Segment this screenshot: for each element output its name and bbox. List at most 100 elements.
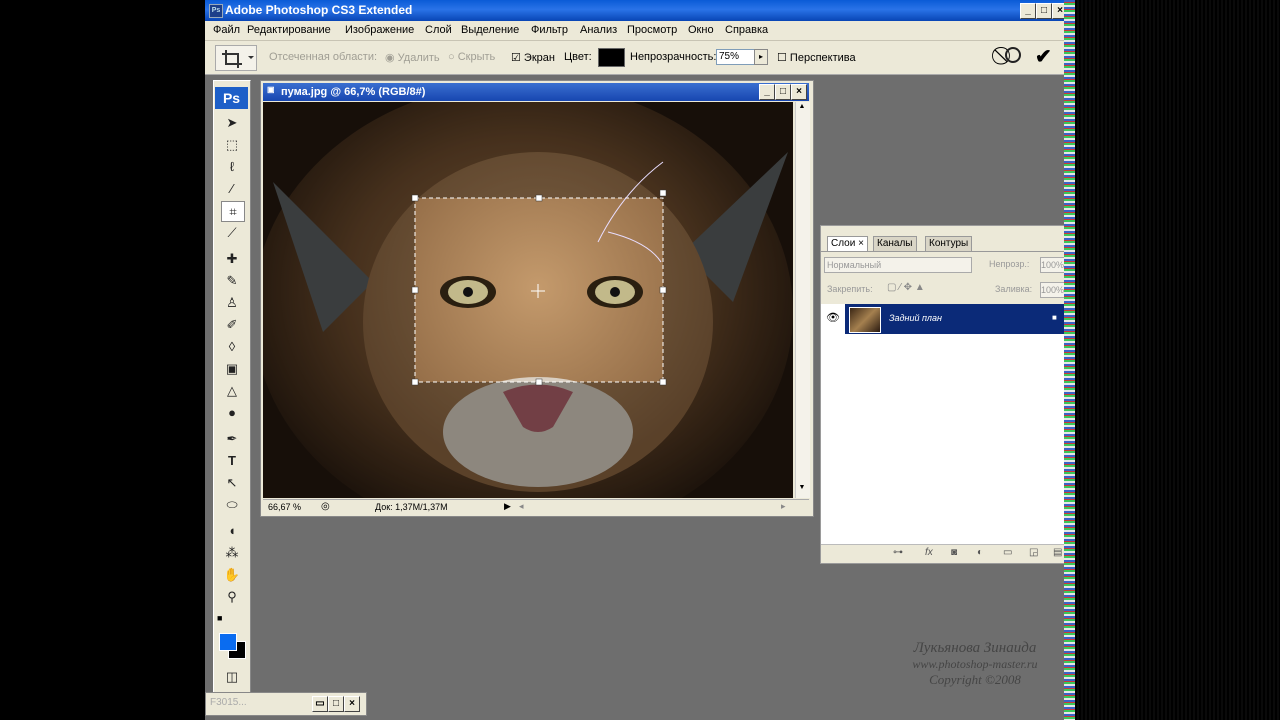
add-mask-icon[interactable]: ◙ — [951, 547, 957, 558]
layers-panel: Слои × Каналы Контуры Нормальный Непрозр… — [820, 225, 1070, 564]
dodge-tool-icon[interactable]: ● — [221, 403, 243, 422]
path-selection-icon[interactable]: ↖ — [221, 473, 243, 492]
color-label: Цвет: — [564, 51, 592, 63]
menu-filter[interactable]: Фильтр — [531, 24, 568, 36]
layer-row-background[interactable]: Задний план ■ — [845, 304, 1069, 334]
cancel-button[interactable] — [1005, 47, 1021, 63]
zoom-level[interactable]: 66,67 % — [268, 502, 301, 512]
image-canvas[interactable] — [263, 102, 793, 498]
zoom-tool-icon[interactable]: ⚲ — [221, 587, 243, 606]
vertical-scrollbar[interactable]: ▲ ▼ — [795, 102, 810, 498]
status-menu-arrow-icon[interactable]: ▶ — [504, 501, 511, 512]
delete-layer-icon[interactable]: ▤ — [1053, 547, 1062, 558]
status-info-icon[interactable]: ◎ — [321, 501, 330, 512]
menu-analysis[interactable]: Анализ — [580, 24, 617, 36]
layer-opacity-label: Непрозр.: — [989, 259, 1030, 269]
commit-check-icon[interactable]: ✔ — [1035, 44, 1052, 69]
document-window: ▣ пума.jpg @ 66,7% (RGB/8#) _ □ × ▲ ▼ 66… — [260, 80, 814, 517]
document-title: пума.jpg @ 66,7% (RGB/8#) — [281, 86, 426, 98]
lasso-tool-icon[interactable]: ℓ — [221, 157, 243, 176]
quick-mask-icon[interactable]: ◫ — [221, 667, 243, 686]
link-layers-icon[interactable]: ⊶ — [893, 547, 903, 558]
author-url: www.photoshop-master.ru — [912, 657, 1038, 671]
tool-preset-picker[interactable] — [215, 45, 257, 71]
blend-mode-select[interactable]: Нормальный — [824, 257, 972, 273]
doc-close-button[interactable]: × — [791, 84, 807, 100]
opacity-input[interactable]: 75% — [716, 49, 756, 65]
blur-tool-icon[interactable]: △ — [221, 381, 243, 400]
adjustment-layer-icon[interactable]: ◐ — [977, 547, 983, 558]
new-group-icon[interactable]: ▭ — [1003, 547, 1012, 558]
menu-select[interactable]: Выделение — [461, 24, 519, 36]
brush-tool-icon[interactable]: ✎ — [221, 271, 243, 290]
author-name: Лукьянова Зинаида — [913, 640, 1037, 656]
perspective-label: Перспектива — [789, 52, 856, 64]
delete-label: Удалить — [397, 52, 440, 64]
hide-radio[interactable]: ○ Скрыть — [448, 51, 495, 63]
scroll-up-icon[interactable]: ▲ — [797, 103, 807, 113]
healing-brush-icon[interactable]: ✚ — [221, 249, 243, 268]
eye-visibility-icon[interactable]: 👁 — [826, 311, 840, 324]
shape-tool-icon[interactable]: ⬭ — [221, 495, 243, 514]
menu-file[interactable]: Файл — [213, 24, 240, 36]
minimized-window[interactable]: F3015... ▭ □ × — [205, 692, 367, 716]
default-colors-icon[interactable]: ■ — [217, 613, 222, 623]
pen-tool-icon[interactable]: ✒ — [221, 429, 243, 448]
layer-name: Задний план — [889, 313, 942, 323]
slice-tool-icon[interactable]: ⟋ — [221, 223, 243, 242]
eyedropper-tool-icon[interactable]: ⁂ — [221, 543, 243, 562]
document-title-bar: ▣ пума.jpg @ 66,7% (RGB/8#) _ □ × — [263, 83, 809, 101]
hscroll-left-icon[interactable]: ◂ — [519, 501, 524, 512]
new-layer-icon[interactable]: ◲ — [1029, 547, 1038, 558]
menu-layer[interactable]: Слой — [425, 24, 452, 36]
doc-minimize-button[interactable]: _ — [759, 84, 775, 100]
scroll-down-icon[interactable]: ▼ — [797, 484, 807, 494]
hscroll-right-icon[interactable]: ▸ — [781, 501, 786, 512]
menu-edit[interactable]: Редактирование — [247, 24, 331, 36]
minimized-maximize-button[interactable]: □ — [328, 696, 344, 712]
hand-tool-icon[interactable]: ✋ — [221, 565, 243, 584]
minimize-button[interactable]: _ — [1020, 3, 1036, 19]
notes-tool-icon[interactable]: ◖ — [221, 521, 243, 540]
shield-color-swatch[interactable] — [598, 48, 625, 67]
title-bar: Ps Adobe Photoshop CS3 Extended _ □ × — [205, 0, 1075, 21]
menu-image[interactable]: Изображение — [345, 24, 414, 36]
perspective-checkbox[interactable]: ☐ Перспектива — [777, 51, 856, 64]
screen-checkbox[interactable]: ☑ Экран — [511, 51, 555, 64]
magic-wand-tool-icon[interactable]: ⁄ — [221, 179, 243, 198]
screen-edge-artifact — [1064, 0, 1075, 720]
opacity-arrow-button[interactable]: ▸ — [754, 49, 768, 65]
delete-radio[interactable]: ◉ Удалить — [385, 51, 440, 64]
fx-icon[interactable]: fx — [925, 547, 933, 558]
tab-channels[interactable]: Каналы — [873, 236, 917, 251]
type-tool-icon[interactable]: T — [221, 451, 243, 470]
options-bar: Отсеченная области: ◉ Удалить ○ Скрыть ☑… — [205, 41, 1075, 75]
lock-icons[interactable]: ▢ ⁄ ✥ ▲ — [887, 282, 925, 293]
history-brush-icon[interactable]: ✐ — [221, 315, 243, 334]
eraser-tool-icon[interactable]: ◊ — [221, 337, 243, 356]
clone-stamp-icon[interactable]: ♙ — [221, 293, 243, 312]
foreground-color-swatch[interactable] — [219, 633, 237, 651]
shielded-area-label: Отсеченная области: — [269, 51, 378, 63]
minimized-restore-button[interactable]: ▭ — [312, 696, 328, 712]
status-bar: 66,67 % ◎ Док: 1,37M/1,37M ▶ ◂ ▸ — [263, 499, 809, 515]
author-copyright: Copyright ©2008 — [929, 672, 1021, 687]
doc-maximize-button[interactable]: □ — [775, 84, 791, 100]
maximize-button[interactable]: □ — [1036, 3, 1052, 19]
ps-app-icon: Ps — [209, 4, 223, 18]
tab-layers[interactable]: Слои × — [827, 236, 868, 251]
menu-view[interactable]: Просмотр — [627, 24, 677, 36]
menu-window[interactable]: Окно — [688, 24, 714, 36]
layers-panel-footer: ⊶ fx ◙ ◐ ▭ ◲ ▤ — [821, 544, 1069, 563]
minimized-close-button[interactable]: × — [344, 696, 360, 712]
marquee-tool-icon[interactable]: ⬚ — [221, 135, 243, 154]
gradient-tool-icon[interactable]: ▣ — [221, 359, 243, 378]
menu-help[interactable]: Справка — [725, 24, 768, 36]
crop-tool-icon[interactable]: ⌗ — [221, 201, 245, 222]
menu-bar: Файл Редактирование Изображение Слой Выд… — [205, 21, 1075, 41]
layer-list: 👁 Задний план ■ — [821, 304, 1069, 544]
move-tool-icon[interactable]: ➤ — [221, 113, 243, 132]
document-icon: ▣ — [267, 85, 275, 94]
tab-paths[interactable]: Контуры — [925, 236, 973, 251]
tab-divider — [821, 251, 1069, 252]
